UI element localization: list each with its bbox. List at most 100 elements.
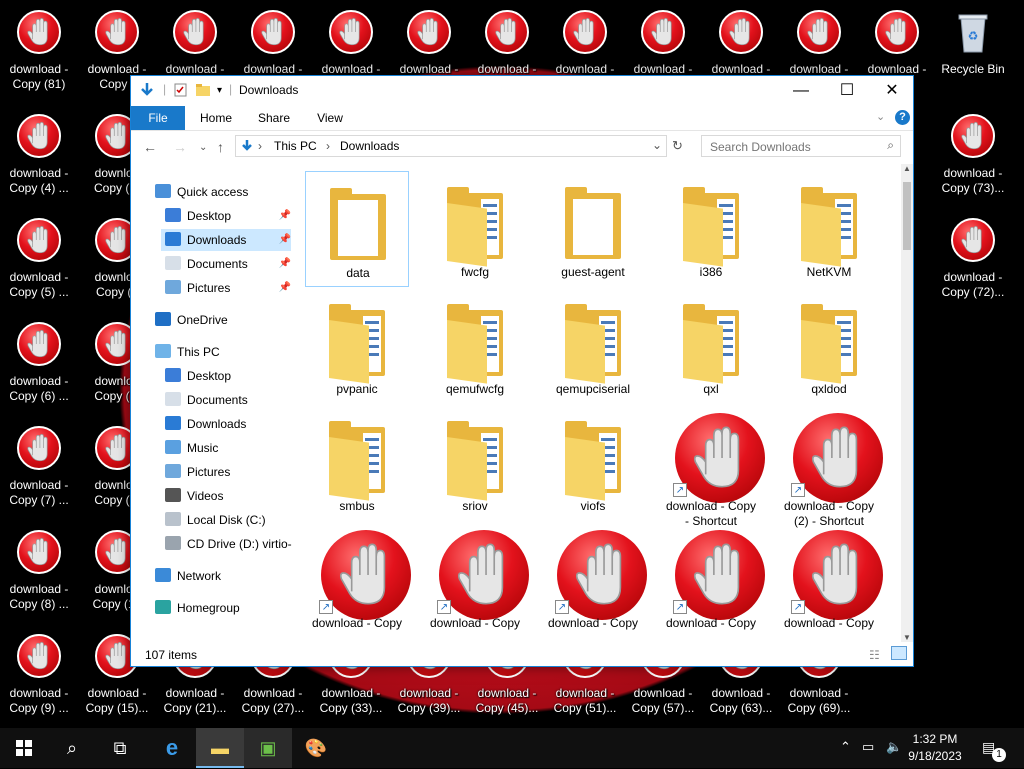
nav-qa-desktop[interactable]: Desktop 📌 — [161, 205, 291, 227]
scroll-up-icon[interactable]: ▲ — [903, 164, 911, 173]
search-box[interactable]: ⌕ — [701, 135, 901, 157]
nav-pc-item[interactable]: CD Drive (D:) virtio- — [161, 533, 292, 555]
help-icon[interactable]: ? — [895, 110, 910, 125]
pin-icon[interactable]: 📌 — [279, 253, 291, 275]
folder-item[interactable]: pvpanic — [305, 288, 409, 404]
nav-qa-downloads[interactable]: Downloads 📌 — [161, 229, 291, 251]
nav-qa-documents[interactable]: Documents 📌 — [161, 253, 291, 275]
nav-onedrive[interactable]: OneDrive — [151, 309, 291, 331]
recycle-bin-icon: ♻ — [958, 14, 988, 53]
nav-pc-item[interactable]: Local Disk (C:) — [161, 509, 291, 531]
clock-time: 1:32 PM — [912, 732, 958, 746]
nav-pc-item[interactable]: Documents — [161, 389, 291, 411]
expand-ribbon-icon[interactable]: ⌄ — [876, 110, 885, 123]
details-view-icon[interactable]: ☷ — [869, 648, 880, 662]
forward-button[interactable]: → — [173, 139, 187, 155]
refresh-icon[interactable]: ↻ — [672, 138, 683, 154]
desktop-icon-download-copy[interactable]: download - Copy (73)... — [934, 110, 1012, 214]
item-label: download - Copy — [547, 616, 639, 630]
search-input[interactable] — [708, 139, 882, 155]
pin-icon[interactable]: 📌 — [279, 205, 291, 227]
maximize-button[interactable]: ☐ — [824, 76, 870, 106]
nav-this-pc[interactable]: This PC — [151, 341, 291, 363]
shortcut-item[interactable]: ↗ download - Copy — [777, 522, 883, 638]
shortcut-item[interactable]: ↗ download - Copy - Shortcut — [659, 405, 765, 528]
desktop-icon-download-copy[interactable]: download - Copy (72)... — [934, 214, 1012, 318]
tab-home[interactable]: Home — [191, 106, 241, 130]
nav-pc-item[interactable]: Desktop — [161, 365, 291, 387]
tab-share[interactable]: Share — [249, 106, 299, 130]
up-button[interactable]: ↑ — [217, 139, 224, 155]
desktop-icon-download-copy[interactable]: download - Copy (8) ... — [0, 526, 78, 630]
search-icon[interactable]: ⌕ — [887, 138, 894, 153]
file-explorer-window[interactable]: | ▾ | Downloads — ☐ ✕ File Home Share Vi… — [130, 75, 914, 667]
file-explorer-taskbar-button[interactable]: ▬ — [196, 728, 244, 768]
nav-pc-item[interactable]: Downloads — [161, 413, 291, 435]
shortcut-item[interactable]: ↗ download - Copy — [305, 522, 411, 638]
tab-view[interactable]: View — [305, 106, 355, 130]
nav-pc-item[interactable]: Videos — [161, 485, 291, 507]
desktop-icon-download-copy[interactable]: download - Copy (7) ... — [0, 422, 78, 526]
recent-locations-icon[interactable]: ⌄ — [199, 142, 207, 153]
back-button[interactable]: ← — [143, 139, 157, 155]
volume-icon[interactable]: 🔈 — [886, 739, 902, 755]
paint-taskbar-button[interactable]: 🎨 — [292, 728, 340, 768]
desktop-icon-download-copy[interactable]: download - Copy (5) ... — [0, 214, 78, 318]
breadcrumb-downloads[interactable]: Downloads — [340, 139, 399, 153]
desktop-icon-download-copy[interactable]: download - Copy (6) ... — [0, 318, 78, 422]
desktop-icon-download-copy[interactable]: download - Copy (81) — [0, 6, 78, 110]
nav-homegroup[interactable]: Homegroup — [151, 597, 291, 619]
scroll-thumb[interactable] — [903, 182, 911, 250]
folder-item[interactable]: viofs — [541, 405, 645, 521]
nav-label: Local Disk (C:) — [187, 513, 266, 527]
close-button[interactable]: ✕ — [869, 76, 915, 106]
new-folder-icon[interactable] — [195, 82, 211, 98]
start-button[interactable] — [0, 728, 48, 768]
breadcrumb-this-pc[interactable]: This PC — [274, 139, 317, 153]
scroll-down-icon[interactable]: ▼ — [903, 633, 911, 642]
desktop-icon-download-copy[interactable]: download - Copy (9) ... — [0, 630, 78, 728]
folder-item[interactable]: i386 — [659, 171, 763, 287]
shortcut-item[interactable]: ↗ download - Copy — [659, 522, 765, 638]
folder-item[interactable]: data — [305, 171, 409, 287]
folder-item[interactable]: qemupciserial — [541, 288, 645, 404]
tab-file[interactable]: File — [131, 106, 185, 130]
folder-item[interactable]: qxldod — [777, 288, 881, 404]
large-icons-view-icon[interactable] — [891, 646, 907, 660]
folder-item[interactable]: NetKVM — [777, 171, 881, 287]
show-hidden-icons-icon[interactable]: ⌃ — [840, 739, 851, 755]
address-bar[interactable]: › This PC › Downloads ⌄ — [235, 135, 667, 157]
folder-item[interactable]: sriov — [423, 405, 527, 521]
address-dropdown-icon[interactable]: ⌄ — [652, 138, 662, 152]
nav-network[interactable]: Network — [151, 565, 291, 587]
download-arrow-icon — [141, 83, 153, 96]
folder-item[interactable]: smbus — [305, 405, 409, 521]
vertical-scrollbar[interactable]: ▲ ▼ — [901, 164, 913, 642]
minimize-button[interactable]: — — [778, 76, 824, 106]
customize-toolbar-icon[interactable]: ▾ — [217, 85, 222, 101]
nav-quick-access[interactable]: Quick access — [151, 181, 291, 203]
nav-label: Documents — [187, 257, 248, 271]
desktop-icon-recycle-bin[interactable]: ♻ Recycle Bin — [934, 6, 1012, 110]
properties-icon[interactable] — [173, 82, 189, 98]
folder-item[interactable]: fwcfg — [423, 171, 527, 287]
task-view-button[interactable]: ⧉ — [96, 728, 144, 768]
title-bar[interactable]: | ▾ | Downloads — ☐ ✕ — [131, 76, 913, 106]
pin-icon[interactable]: 📌 — [279, 229, 291, 251]
search-button[interactable]: ⌕ — [48, 728, 96, 768]
shortcut-item[interactable]: ↗ download - Copy (2) - Shortcut — [777, 405, 883, 528]
pin-icon[interactable]: 📌 — [279, 277, 291, 299]
nav-pc-item[interactable]: Pictures — [161, 461, 291, 483]
shortcut-item[interactable]: ↗ download - Copy — [423, 522, 529, 638]
folder-item[interactable]: qxl — [659, 288, 763, 404]
internet-explorer-button[interactable]: e — [148, 728, 196, 768]
nav-pc-item[interactable]: Music — [161, 437, 291, 459]
shortcut-item[interactable]: ↗ download - Copy — [541, 522, 647, 638]
folder-item[interactable]: guest-agent — [541, 171, 645, 287]
clock[interactable]: 1:32 PM 9/18/2023 — [902, 731, 968, 765]
network-icon[interactable]: ▭ — [862, 739, 874, 755]
nav-qa-pictures[interactable]: Pictures 📌 — [161, 277, 291, 299]
folder-item[interactable]: qemufwcfg — [423, 288, 527, 404]
app-taskbar-button[interactable]: ▣ — [244, 728, 292, 768]
desktop-icon-download-copy[interactable]: download - Copy (4) ... — [0, 110, 78, 214]
